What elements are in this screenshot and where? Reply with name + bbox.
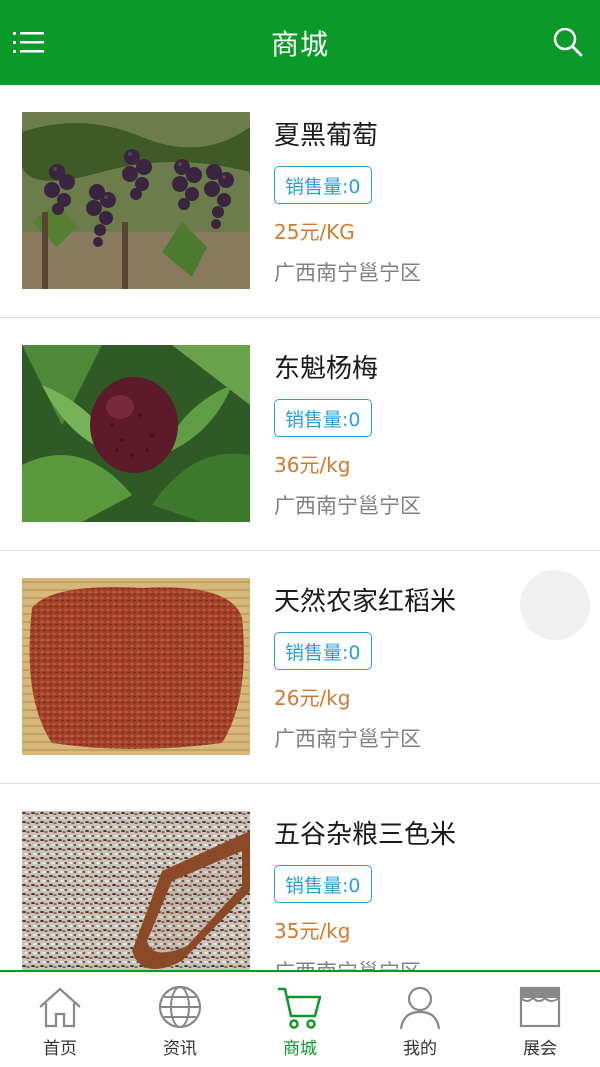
product-item-tricolor-rice[interactable]: 五谷杂粮三色米 销售量:0 35元/kg 广西南宁邕宁区 [0, 784, 600, 972]
top-app-bar: 商城 [0, 0, 600, 85]
bayberry-image [22, 345, 250, 522]
product-name: 五谷杂粮三色米 [274, 820, 457, 850]
product-item-red-rice[interactable]: 天然农家红稻米 销售量:0 26元/kg 广西南宁邕宁区 [0, 551, 600, 784]
product-price: 26元/kg [274, 686, 351, 710]
product-price: 35元/kg [274, 919, 351, 943]
sales-badge: 销售量:0 [274, 166, 372, 204]
page-title: 商城 [270, 27, 329, 61]
sales-badge: 销售量:0 [274, 399, 372, 437]
tab-home[interactable]: 首页 [0, 972, 120, 1067]
tab-expo[interactable]: 展会 [480, 972, 600, 1067]
tab-label: 商城 [283, 1039, 317, 1059]
tab-label: 我的 [403, 1039, 437, 1059]
store-icon [519, 986, 561, 1028]
globe-icon [158, 985, 202, 1029]
grape-image [22, 112, 250, 289]
product-price: 36元/kg [274, 453, 351, 477]
home-icon [39, 987, 81, 1028]
tab-label: 展会 [523, 1039, 557, 1059]
touch-ripple [520, 570, 590, 640]
search-icon[interactable] [548, 22, 588, 62]
bottom-tab-bar: 首页 资讯 商城 我的 展会 [0, 970, 600, 1067]
tab-label: 首页 [43, 1039, 77, 1059]
red-rice-image [22, 578, 250, 755]
product-price: 25元/KG [274, 220, 355, 244]
sales-badge: 销售量:0 [274, 632, 372, 670]
product-item-grape[interactable]: 夏黑葡萄 销售量:0 25元/KG 广西南宁邕宁区 [0, 85, 600, 318]
product-name: 天然农家红稻米 [274, 587, 457, 617]
list-menu-icon[interactable] [10, 22, 50, 62]
tricolor-rice-image [22, 811, 250, 972]
sales-badge: 销售量:0 [274, 865, 372, 903]
product-location: 广西南宁邕宁区 [274, 727, 421, 751]
product-item-bayberry[interactable]: 东魁杨梅 销售量:0 36元/kg 广西南宁邕宁区 [0, 318, 600, 551]
product-name: 东魁杨梅 [274, 354, 379, 384]
tab-mine[interactable]: 我的 [360, 972, 480, 1067]
tab-label: 资讯 [163, 1039, 197, 1059]
product-list[interactable]: 夏黑葡萄 销售量:0 25元/KG 广西南宁邕宁区 东魁杨梅 销售量:0 36元… [0, 85, 600, 972]
tab-mall[interactable]: 商城 [240, 972, 360, 1067]
product-location: 广西南宁邕宁区 [274, 261, 421, 285]
user-icon [399, 986, 441, 1030]
product-location: 广西南宁邕宁区 [274, 494, 421, 518]
cart-icon [278, 987, 322, 1029]
product-name: 夏黑葡萄 [274, 121, 379, 151]
tab-news[interactable]: 资讯 [120, 972, 240, 1067]
